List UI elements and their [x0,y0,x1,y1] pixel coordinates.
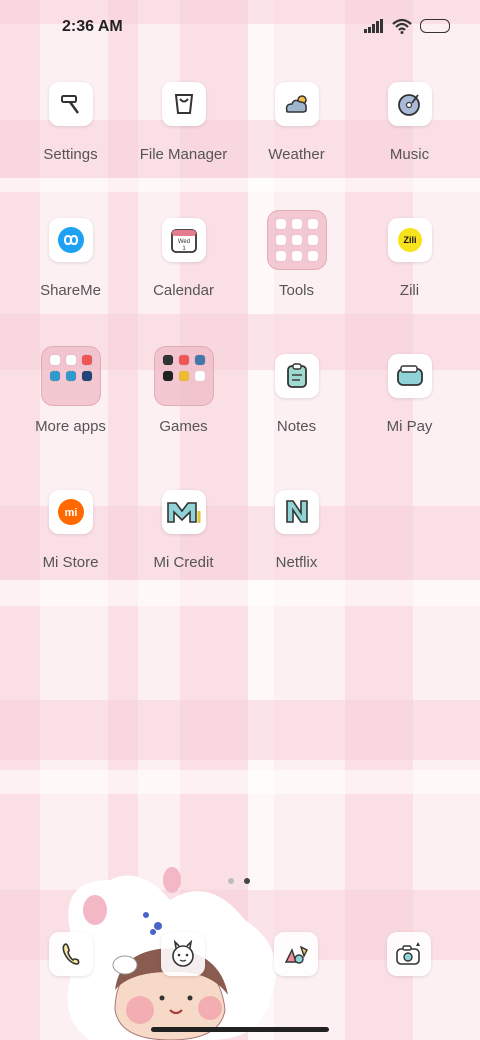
folder-tools[interactable]: Tools [240,210,353,299]
folder-icon [40,346,101,406]
wallet-icon [387,354,432,398]
m-letter-icon [161,490,206,534]
app-music[interactable]: Music [353,82,466,163]
calendar-icon: Wed 1 [161,218,206,262]
app-netflix[interactable]: Netflix [240,490,353,571]
svg-text:Wed: Wed [177,239,189,245]
app-label: Notes [276,418,317,435]
app-zili[interactable]: Zili Zili [353,218,466,299]
app-settings[interactable]: Settings [14,82,127,163]
messages-icon[interactable] [161,932,205,976]
app-label: Calendar [153,282,214,299]
app-weather[interactable]: Weather [240,82,353,163]
cloud-sun-icon [274,82,319,126]
app-file-manager[interactable]: File Manager [127,82,240,163]
notes-icon [274,354,319,398]
app-label: More apps [35,418,106,435]
n-letter-icon [274,490,319,534]
infinity-icon [48,218,93,262]
svg-text:mi: mi [64,507,77,519]
app-label: Mi Credit [153,554,214,571]
camera-icon[interactable] [387,932,431,976]
hammer-icon [48,82,93,126]
record-icon [387,82,432,126]
app-label: Settings [43,146,98,163]
folder-more-apps[interactable]: More apps [14,346,127,435]
signal-icon [364,19,383,33]
app-mi-pay[interactable]: Mi Pay [353,354,466,435]
app-label: Music [389,146,430,163]
svg-text:Zili: Zili [403,235,416,245]
app-shareme[interactable]: ShareMe [14,218,127,299]
app-calendar[interactable]: Wed 1 Calendar [127,218,240,299]
app-label: Games [159,418,208,435]
folder-icon [153,346,214,406]
browser-icon[interactable] [274,932,318,976]
app-label: Mi Pay [386,418,433,435]
bucket-icon [161,82,206,126]
phone-icon[interactable] [49,932,93,976]
wifi-icon [392,18,412,34]
app-label: File Manager [139,146,228,163]
battery-icon [420,19,450,33]
app-notes[interactable]: Notes [240,354,353,435]
app-label: Weather [268,146,325,163]
app-mi-store[interactable]: mi Mi Store [14,490,127,571]
app-label: Tools [278,282,315,299]
status-bar: 2:36 AM [0,0,480,56]
app-label: Netflix [275,554,318,571]
status-time: 2:36 AM [62,18,123,35]
folder-games[interactable]: Games [127,346,240,435]
app-label: Zili [399,282,420,299]
mi-icon: mi [48,490,93,534]
app-label: Mi Store [42,554,99,571]
app-label: ShareMe [40,282,101,299]
app-mi-credit[interactable]: Mi Credit [127,490,240,571]
home-indicator[interactable] [151,1027,329,1032]
zili-icon: Zili [387,218,432,262]
folder-icon [266,210,327,270]
